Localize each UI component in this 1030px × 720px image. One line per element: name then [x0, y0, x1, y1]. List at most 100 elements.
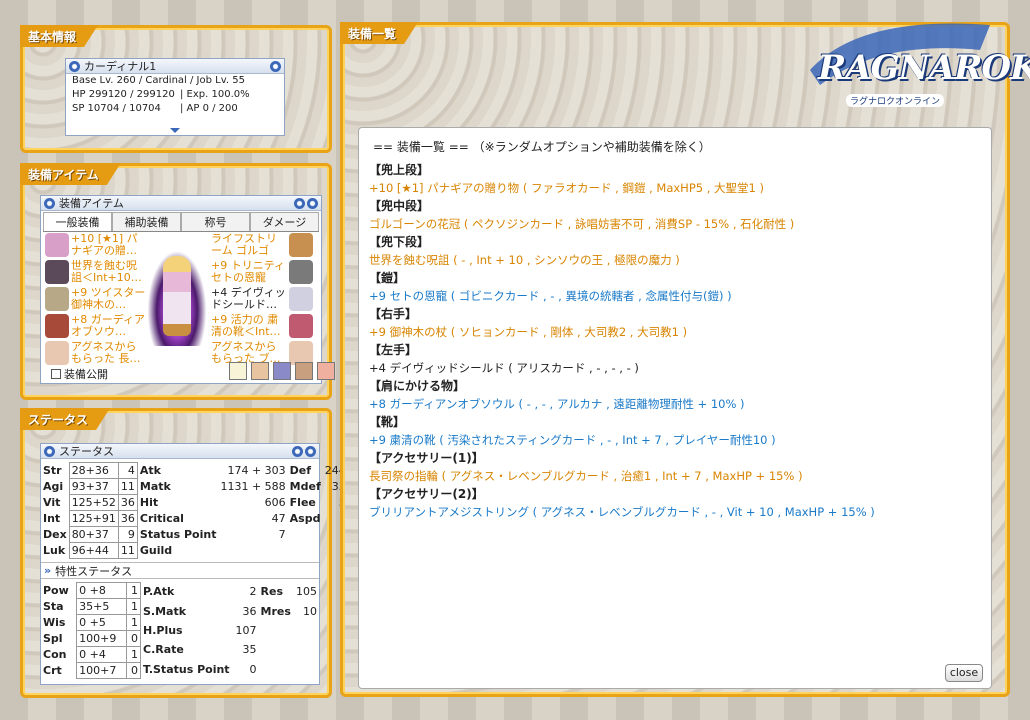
close-icon[interactable]	[305, 445, 316, 457]
equip-slot-left-4[interactable]: +8 ガーディアオブソウ…	[45, 314, 147, 338]
minimize-icon[interactable]	[292, 445, 303, 457]
avatar-icon[interactable]	[295, 362, 313, 380]
derived-value: 606	[264, 495, 286, 509]
window-icon	[69, 60, 80, 72]
tab-damage[interactable]: ダメージ	[250, 212, 319, 231]
equip-text: +8 ガーディアオブソウ…	[71, 314, 145, 338]
close-button[interactable]: close	[945, 664, 983, 682]
section-heading: 【肩にかける物】	[369, 379, 466, 393]
stat-cost[interactable]: 11	[117, 542, 138, 559]
basic-info-titlebar[interactable]: カーディナル1	[66, 59, 284, 74]
trait-cost[interactable]: 0	[125, 630, 142, 647]
trait-name: Crt	[43, 664, 62, 677]
tab-title[interactable]: 称号	[181, 212, 250, 231]
section-item: +8 ガーディアンオブソウル ( - , - , アルカナ , 遠距離物理耐性 …	[369, 397, 745, 411]
trait-cost[interactable]: 0	[125, 662, 142, 679]
minimize-icon[interactable]	[270, 60, 281, 72]
close-icon[interactable]	[307, 197, 318, 209]
trait-status-header[interactable]: » 特性ステータス	[41, 562, 319, 579]
equip-slot-left-1[interactable]: +10 [★1] パナギアの贈…	[45, 233, 147, 257]
equip-slot-right-2[interactable]: +9 トリニティセトの恩寵	[211, 260, 313, 284]
stat-name: Int	[43, 512, 61, 525]
stat-cost[interactable]: 9	[117, 526, 138, 543]
derived-value: 1131 + 588	[220, 479, 286, 493]
equip-slot-right-3[interactable]: +4 デイヴィッドシールド…	[211, 287, 313, 311]
derived-name-2: Aspd	[289, 512, 321, 526]
memo-icon[interactable]	[229, 362, 247, 380]
section-item: +10 [★1] パナギアの贈り物 ( ファラオカード , 鋼鎧 , MaxHP…	[369, 181, 765, 195]
derived-name: Guild	[139, 544, 173, 558]
face-icon[interactable]	[251, 362, 269, 380]
section-item: ゴルゴーンの花冠 ( ペクソジンカード , 詠唱妨害不可 , 消費SP - 15…	[369, 217, 795, 231]
stat-cost[interactable]: 36	[117, 494, 138, 511]
derived-name-2: Mdef	[289, 479, 321, 493]
trait-derived-row: C.Rate 35	[141, 640, 319, 659]
character-name: カーディナル1	[84, 60, 157, 73]
trait-derived-name: S.Matk	[143, 604, 187, 618]
trait-cost[interactable]: 1	[125, 598, 142, 615]
trait-name: Con	[43, 648, 67, 661]
stat-cost[interactable]: 11	[117, 478, 138, 495]
derived-name-2	[288, 527, 323, 543]
trait-row: Con 0 +4 1	[41, 646, 142, 663]
public-label: 装備公開	[64, 368, 108, 381]
equipment-titlebar[interactable]: 装備アイテム	[41, 196, 321, 211]
public-checkbox[interactable]	[51, 369, 61, 379]
derived-value: 47	[271, 512, 286, 526]
base-level-line: Base Lv. 260 / Cardinal / Job Lv. 55	[72, 75, 245, 86]
equip-slot-right-4[interactable]: +9 活力の 粛清の靴＜Int…	[211, 314, 313, 338]
equip-slot-left-2[interactable]: 世界を蝕む呪詛＜Int+10…	[45, 260, 147, 284]
equip-slot-right-1[interactable]: ライフストリーム ゴルゴー…	[211, 233, 313, 257]
status-titlebar[interactable]: ステータス	[41, 444, 319, 459]
stat-value: 125+52	[68, 494, 119, 511]
tab-general-equipment[interactable]: 一般装備	[43, 212, 112, 231]
stat-name: Luk	[43, 544, 66, 557]
derived-name: Atk	[139, 463, 161, 477]
logo-text: RAGNAROK	[818, 48, 1030, 88]
derived-value: 174 + 303	[227, 463, 286, 477]
collapse-icon[interactable]: »	[44, 564, 51, 577]
trait-row: Pow 0 +8 1	[41, 582, 142, 599]
trait-cost[interactable]: 1	[125, 582, 142, 599]
hp-text: HP 299120 / 299120	[72, 89, 175, 100]
equip-text: +9 活力の 粛清の靴＜Int…	[211, 314, 281, 338]
trait-derived-name: T.Status Point	[143, 662, 230, 676]
equip-text: ライフストリーム ゴルゴー…	[211, 233, 277, 257]
refresh-icon[interactable]	[273, 362, 291, 380]
trait-value: 100+7	[76, 662, 127, 679]
minimize-icon[interactable]	[294, 197, 305, 209]
trait-derived-table: P.Atk 2 Res 105 S.Matk 36 Mres 10 H.Plus 107 C.Rat…	[141, 582, 319, 679]
section-item: +4 デイヴィッドシールド ( アリスカード , - , - , - )	[369, 361, 639, 375]
stat-row: Agi 93+37 11	[41, 478, 138, 495]
stat-name: Dex	[43, 528, 67, 541]
section-item: ブリリアントアメジストリング ( アグネス・レベンブルグカード , - , Vi…	[369, 505, 875, 519]
equipment-tab[interactable]: 装備アイテム	[20, 163, 121, 185]
stat-row: Str 28+36 4	[41, 462, 138, 479]
stat-value: 28+36	[68, 462, 119, 479]
equip-slot-left-5[interactable]: アグネスからもらった 長…	[45, 341, 147, 365]
trait-value: 0 +8	[76, 582, 127, 599]
expand-arrow-icon[interactable]	[170, 128, 180, 133]
trait-cost[interactable]: 1	[125, 646, 142, 663]
equip-slot-left-3[interactable]: +9 ツイスター御神木の…	[45, 287, 147, 311]
trait-derived-name-2: Mres	[260, 604, 291, 618]
wing-icon	[289, 233, 313, 257]
equip-text: +9 トリニティセトの恩寵	[211, 260, 286, 284]
stat-cost[interactable]: 4	[117, 462, 138, 479]
status-tab[interactable]: ステータス	[20, 408, 110, 430]
trait-name: Sta	[43, 600, 64, 613]
basic-info-tab[interactable]: 基本情報	[20, 25, 98, 47]
equip-text: +4 デイヴィッドシールド…	[211, 287, 286, 311]
trait-value: 100+9	[76, 630, 127, 647]
character-sprite	[163, 256, 191, 336]
trait-derived-value-2	[294, 621, 319, 640]
stat-cost[interactable]: 36	[117, 510, 138, 527]
tab-sub-equipment[interactable]: 補助装備	[112, 212, 181, 231]
equipment-public-toggle[interactable]: 装備公開	[51, 366, 108, 382]
trait-cost[interactable]: 1	[125, 614, 142, 631]
feather-icon[interactable]	[317, 362, 335, 380]
window-icon	[44, 197, 55, 209]
trait-derived-row: P.Atk 2 Res 105	[141, 582, 319, 601]
equipment-list-tab[interactable]: 装備一覧	[340, 22, 418, 44]
trait-derived-name-2	[259, 640, 294, 659]
